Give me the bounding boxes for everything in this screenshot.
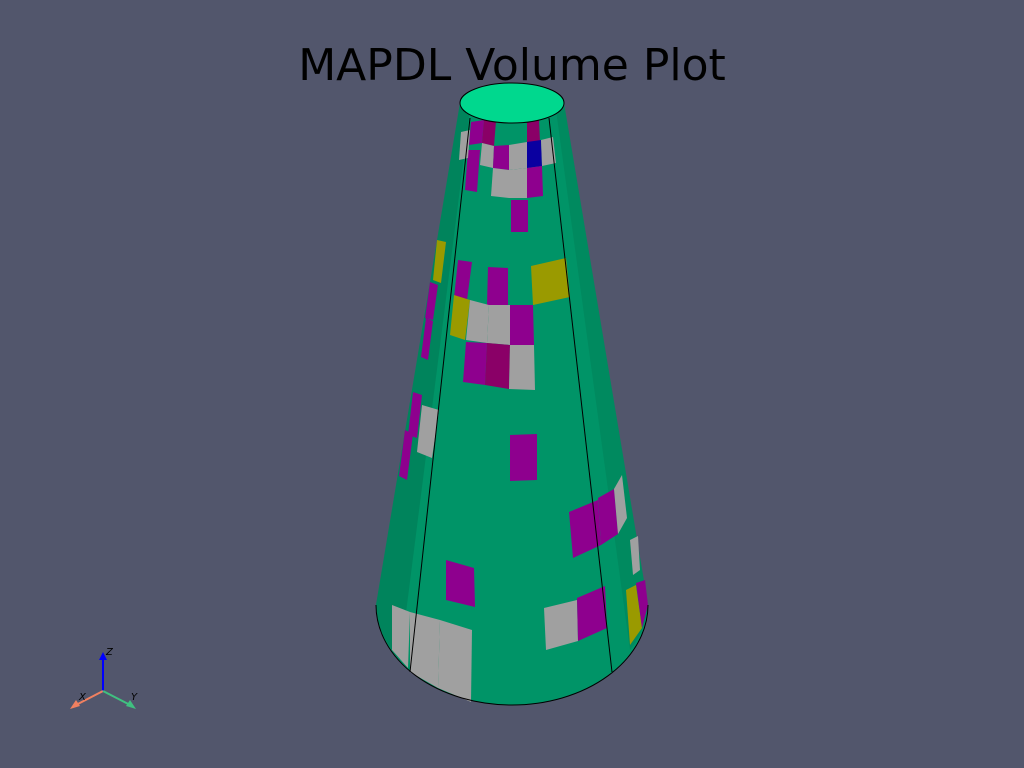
- axes-orientation-widget: Z X Y: [70, 647, 138, 709]
- element-patch-gray: [509, 168, 527, 198]
- element-patch-gray: [438, 620, 472, 702]
- element-patch-magenta: [446, 560, 475, 607]
- element-patch-magenta: [493, 145, 509, 170]
- element-patch-gray: [491, 168, 509, 198]
- element-patch-magenta: [511, 200, 528, 232]
- element-patch-magenta: [527, 166, 543, 198]
- element-patch-crimson: [482, 120, 496, 146]
- element-patch-gray: [509, 142, 527, 170]
- element-patch-magenta: [510, 434, 537, 481]
- 3d-viewport[interactable]: Z X Y: [0, 0, 1024, 768]
- element-patch-crimson: [485, 343, 510, 389]
- element-patch-gray: [466, 300, 489, 343]
- element-patch-magenta: [469, 120, 484, 145]
- element-patch-magenta: [487, 267, 508, 305]
- element-patch-crimson: [527, 120, 540, 142]
- cone-volume: [375, 82, 649, 706]
- element-patch-magenta: [463, 342, 487, 385]
- element-patch-yellow: [531, 258, 570, 305]
- element-patch-gray: [410, 612, 440, 688]
- element-patch-blue: [527, 140, 542, 168]
- element-patch-gray: [487, 305, 510, 345]
- element-patch-gray: [392, 605, 410, 668]
- cone-top-face: [459, 82, 565, 124]
- element-patch-magenta: [510, 305, 534, 345]
- y-axis-label: Y: [131, 692, 138, 703]
- element-patch-gray: [480, 143, 494, 168]
- x-axis-label: X: [78, 692, 87, 703]
- z-axis-label: Z: [105, 647, 114, 658]
- element-patch-gray: [509, 345, 535, 390]
